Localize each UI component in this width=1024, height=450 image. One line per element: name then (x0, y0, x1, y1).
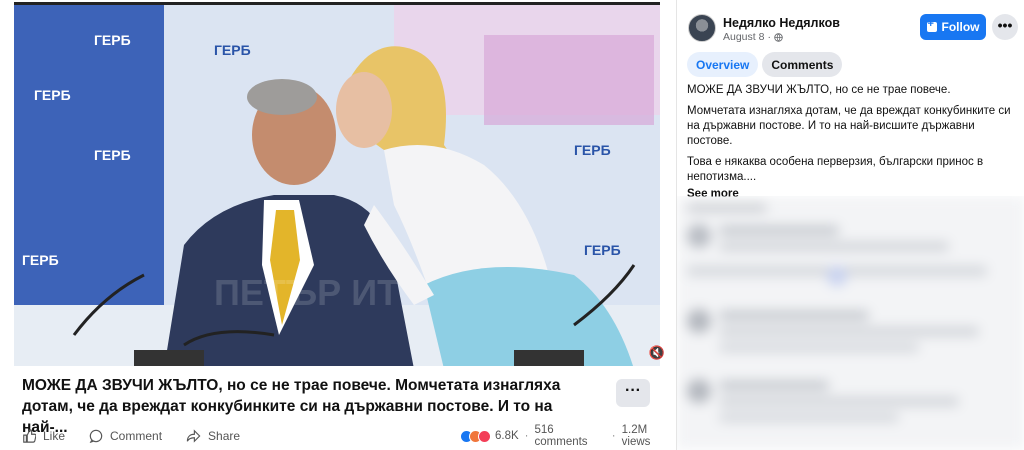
like-button[interactable]: Like (22, 429, 65, 443)
description-paragraph-3: Това е някаква особена перверзия, българ… (687, 156, 984, 183)
share-arrow-icon (186, 429, 201, 443)
globe-icon (774, 32, 783, 42)
follow-icon (926, 18, 937, 32)
description-paragraph-2: Момчетата изнагляха дотам, че да вреждат… (687, 105, 1011, 147)
like-label: Like (43, 429, 66, 443)
volume-icon[interactable]: 🔇 (648, 344, 666, 362)
thumbs-up-icon (23, 429, 36, 443)
description-paragraph-1: МОЖЕ ДА ЗВУЧИ ЖЪЛТО, но се не трае повеч… (687, 84, 951, 96)
comment-bubble-icon (89, 429, 103, 443)
view-count: 1.2M views (621, 424, 651, 448)
post-date: August 8 · (723, 31, 783, 43)
follow-button[interactable]: Follow (920, 14, 986, 40)
post-description: МОЖЕ ДА ЗВУЧИ ЖЪЛТО, но се не трае повеч… (687, 83, 1017, 202)
svg-text:ГЕРБ: ГЕРБ (574, 142, 611, 158)
blurred-content (677, 196, 1024, 450)
video-frame: ГЕРБ ГЕРБ ГЕРБ ГЕРБ ГЕРБ ГЕРБ ГЕРБ ПЕТЪР… (14, 5, 660, 366)
post-options-button[interactable]: ··· (616, 379, 650, 407)
svg-text:ГЕРБ: ГЕРБ (34, 87, 71, 103)
author-avatar[interactable] (688, 14, 716, 42)
post-details-panel: Недялко Недялков August 8 · Follow ••• O… (676, 0, 1024, 450)
video-player[interactable]: ГЕРБ ГЕРБ ГЕРБ ГЕРБ ГЕРБ ГЕРБ ГЕРБ ПЕТЪР… (14, 2, 660, 366)
party-logo: ГЕРБ (94, 32, 131, 48)
engagement-stats: 6.8K · 516 comments · 1.2M views (460, 424, 676, 448)
comment-count[interactable]: 516 comments (535, 424, 606, 448)
author-name[interactable]: Недялко Недялков (723, 16, 840, 30)
tab-overview[interactable]: Overview (687, 52, 759, 77)
post-date-text[interactable]: August 8 (723, 31, 764, 43)
reaction-count[interactable]: 6.8K (495, 430, 519, 442)
svg-text:ГЕРБ: ГЕРБ (584, 242, 621, 258)
comment-button[interactable]: Comment (89, 429, 162, 443)
love-reaction-icon (478, 429, 491, 443)
date-separator: · (767, 31, 771, 43)
svg-text:ГЕРБ: ГЕРБ (214, 42, 251, 58)
tab-comments[interactable]: Comments (762, 52, 843, 77)
stats-separator: · (524, 430, 529, 442)
panel-tabs: Overview Comments (687, 52, 846, 77)
video-column: ГЕРБ ГЕРБ ГЕРБ ГЕРБ ГЕРБ ГЕРБ ГЕРБ ПЕТЪР… (0, 0, 676, 450)
svg-text:ГЕРБ: ГЕРБ (22, 252, 59, 268)
stats-separator: · (611, 430, 616, 442)
comment-label: Comment (110, 429, 163, 443)
reaction-icons[interactable] (460, 429, 491, 443)
share-button[interactable]: Share (186, 429, 240, 443)
svg-text:ПЕТЪР ИТ: ПЕТЪР ИТ (214, 272, 399, 313)
more-options-button[interactable]: ••• (992, 14, 1018, 40)
follow-label: Follow (941, 20, 980, 34)
post-actions-bar: Like Comment Share (22, 427, 264, 445)
facebook-video-post-view: ГЕРБ ГЕРБ ГЕРБ ГЕРБ ГЕРБ ГЕРБ ГЕРБ ПЕТЪР… (0, 0, 1024, 450)
svg-text:ГЕРБ: ГЕРБ (94, 147, 131, 163)
share-label: Share (208, 429, 241, 443)
blurred-comments-area (677, 196, 1024, 450)
